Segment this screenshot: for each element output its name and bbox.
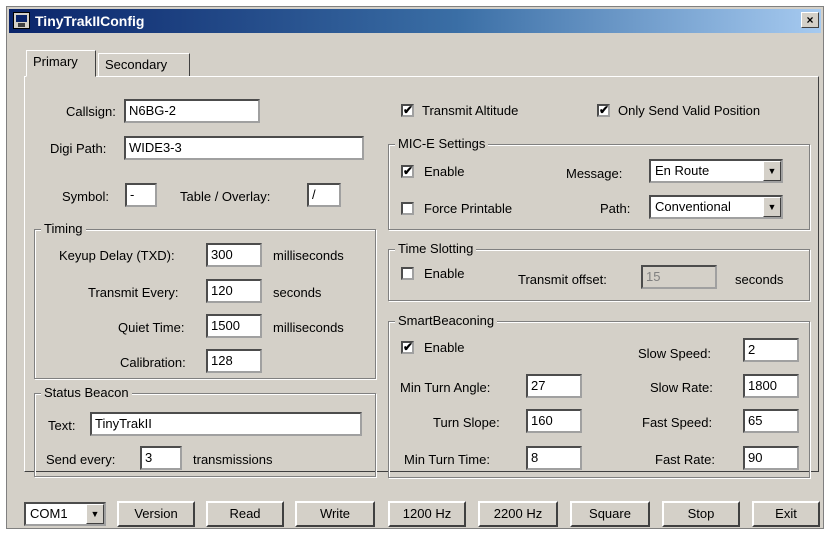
tab-primary[interactable]: Primary xyxy=(26,50,96,77)
com-port-select[interactable]: COM1 ▼ xyxy=(24,502,106,526)
time-slotting-group-title: Time Slotting xyxy=(395,241,477,256)
calibration-input[interactable]: 128 xyxy=(206,349,262,373)
window-title: TinyTrakIIConfig xyxy=(35,13,145,29)
transmit-offset-unit: seconds xyxy=(735,272,784,287)
status-beacon-group-title: Status Beacon xyxy=(41,385,132,400)
time-slotting-enable-label: Enable xyxy=(424,266,465,281)
only-valid-position-checkbox[interactable]: ✔ xyxy=(597,104,610,117)
chevron-down-icon[interactable]: ▼ xyxy=(763,197,781,217)
transmit-every-input[interactable]: 120 xyxy=(206,279,262,303)
force-printable-checkbox[interactable] xyxy=(401,202,414,215)
digi-path-label: Digi Path: xyxy=(50,141,107,156)
1200hz-button[interactable]: 1200 Hz xyxy=(388,501,466,527)
fast-speed-label: Fast Speed: xyxy=(642,415,713,430)
table-overlay-label: Table / Overlay: xyxy=(180,189,271,204)
tab-secondary[interactable]: Secondary xyxy=(98,53,190,77)
fast-speed-input[interactable]: 65 xyxy=(743,409,799,433)
path-select-value: Conventional xyxy=(655,199,731,214)
fast-rate-label: Fast Rate: xyxy=(655,452,715,467)
symbol-label: Symbol: xyxy=(62,189,109,204)
version-button[interactable]: Version xyxy=(117,501,195,527)
message-label: Message: xyxy=(566,166,623,181)
callsign-input[interactable]: N6BG-2 xyxy=(124,99,260,123)
close-button[interactable]: × xyxy=(801,12,819,28)
transmit-altitude-label: Transmit Altitude xyxy=(422,103,519,118)
digi-path-input[interactable]: WIDE3-3 xyxy=(124,136,364,160)
only-valid-position-label: Only Send Valid Position xyxy=(618,103,761,118)
keyup-delay-unit: milliseconds xyxy=(273,248,344,263)
path-select[interactable]: Conventional ▼ xyxy=(649,195,783,219)
slow-speed-input[interactable]: 2 xyxy=(743,338,799,362)
min-turn-time-input[interactable]: 8 xyxy=(526,446,582,470)
square-button[interactable]: Square xyxy=(570,501,650,527)
send-every-input[interactable]: 3 xyxy=(140,446,182,470)
min-turn-angle-label: Min Turn Angle: xyxy=(400,380,491,395)
read-button[interactable]: Read xyxy=(206,501,284,527)
callsign-label: Callsign: xyxy=(66,104,116,119)
smartbeaconing-enable-checkbox[interactable]: ✔ xyxy=(401,341,414,354)
chevron-down-icon[interactable]: ▼ xyxy=(86,504,104,524)
mic-e-enable-label: Enable xyxy=(424,164,465,179)
turn-slope-label: Turn Slope: xyxy=(433,415,500,430)
mic-e-enable-checkbox[interactable]: ✔ xyxy=(401,165,414,178)
com-port-value: COM1 xyxy=(30,506,68,521)
calibration-label: Calibration: xyxy=(120,355,186,370)
path-label: Path: xyxy=(600,201,631,216)
symbol-input[interactable]: - xyxy=(125,183,157,207)
force-printable-label: Force Printable xyxy=(424,201,513,216)
min-turn-time-label: Min Turn Time: xyxy=(404,452,490,467)
title-bar: TinyTrakIIConfig × xyxy=(9,9,821,33)
stop-button[interactable]: Stop xyxy=(662,501,740,527)
transmit-every-label: Transmit Every: xyxy=(88,285,179,300)
turn-slope-input[interactable]: 160 xyxy=(526,409,582,433)
keyup-delay-label: Keyup Delay (TXD): xyxy=(59,248,175,263)
fast-rate-input[interactable]: 90 xyxy=(743,446,799,470)
smartbeaconing-group-title: SmartBeaconing xyxy=(395,313,498,328)
message-select-value: En Route xyxy=(655,163,710,178)
app-icon xyxy=(13,12,30,29)
keyup-delay-input[interactable]: 300 xyxy=(206,243,262,267)
time-slotting-enable-checkbox[interactable] xyxy=(401,267,414,280)
timing-group-title: Timing xyxy=(41,221,86,236)
beacon-text-label: Text: xyxy=(48,418,76,433)
slow-rate-label: Slow Rate: xyxy=(650,380,713,395)
write-button[interactable]: Write xyxy=(295,501,375,527)
transmit-offset-label: Transmit offset: xyxy=(518,272,607,287)
quiet-time-unit: milliseconds xyxy=(273,320,344,335)
min-turn-angle-input[interactable]: 27 xyxy=(526,374,582,398)
send-every-unit: transmissions xyxy=(193,452,273,467)
2200hz-button[interactable]: 2200 Hz xyxy=(478,501,558,527)
slow-speed-label: Slow Speed: xyxy=(638,346,711,361)
table-overlay-input[interactable]: / xyxy=(307,183,341,207)
quiet-time-input[interactable]: 1500 xyxy=(206,314,262,338)
smartbeaconing-enable-label: Enable xyxy=(424,340,465,355)
transmit-offset-input[interactable]: 15 xyxy=(641,265,717,289)
slow-rate-input[interactable]: 1800 xyxy=(743,374,799,398)
transmit-every-unit: seconds xyxy=(273,285,322,300)
message-select[interactable]: En Route ▼ xyxy=(649,159,783,183)
transmit-altitude-checkbox[interactable]: ✔ xyxy=(401,104,414,117)
mic-e-group-title: MIC-E Settings xyxy=(395,136,489,151)
quiet-time-label: Quiet Time: xyxy=(118,320,185,335)
beacon-text-input[interactable]: TinyTrakII xyxy=(90,412,362,436)
chevron-down-icon[interactable]: ▼ xyxy=(763,161,781,181)
send-every-label: Send every: xyxy=(46,452,116,467)
exit-button[interactable]: Exit xyxy=(752,501,820,527)
